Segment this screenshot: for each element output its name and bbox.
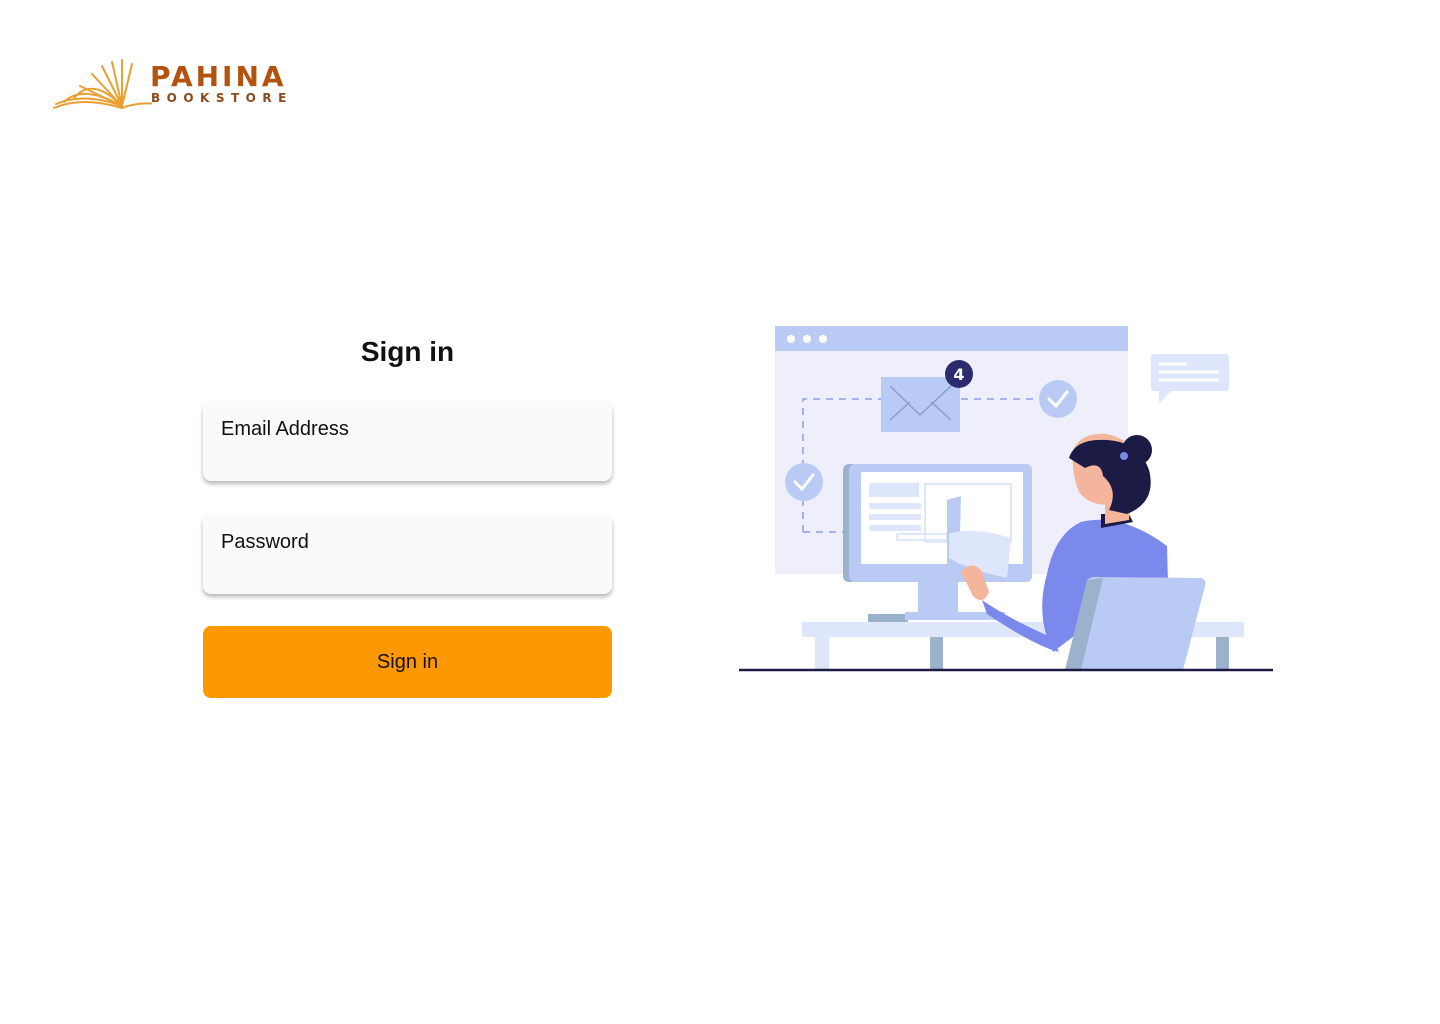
sign-in-form: Sign in Email Address Password Sign in — [203, 330, 612, 698]
password-input[interactable] — [221, 560, 595, 586]
brand-tagline: BOOKSTORE — [151, 91, 293, 105]
email-field[interactable]: Email Address — [203, 401, 612, 481]
email-illustration: 4 — [739, 326, 1273, 672]
sign-in-button[interactable]: Sign in — [203, 626, 612, 698]
check-circle-icon — [1039, 380, 1077, 418]
password-label: Password — [221, 531, 309, 553]
brand-logo[interactable]: PAHINA BOOKSTORE — [52, 56, 292, 116]
open-book-icon — [53, 59, 152, 109]
brand-name: PAHINA — [150, 60, 287, 93]
email-label: Email Address — [221, 418, 349, 440]
page-title: Sign in — [360, 336, 455, 367]
monitor-illustration — [843, 464, 1032, 620]
envelope-icon — [881, 377, 960, 432]
email-input[interactable] — [221, 447, 595, 473]
sign-in-page: PAHINA BOOKSTORE Sign in Email Address P… — [0, 0, 1440, 1024]
chat-bubble-icon — [1151, 354, 1229, 404]
password-field[interactable]: Password — [203, 514, 612, 594]
notification-badge: 4 — [945, 360, 973, 388]
check-circle-icon — [785, 463, 823, 501]
notification-count: 4 — [953, 365, 964, 384]
